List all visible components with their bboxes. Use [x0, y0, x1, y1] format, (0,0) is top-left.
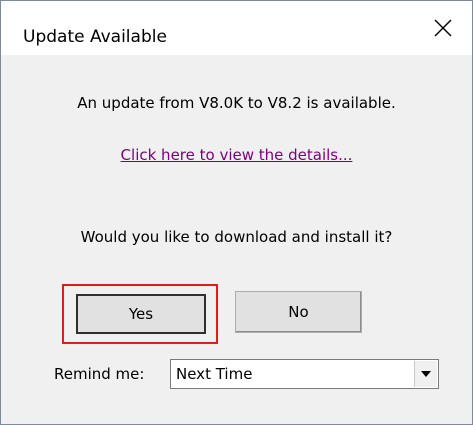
remind-select[interactable]: Next Time	[170, 359, 439, 389]
dropdown-button[interactable]	[414, 361, 437, 387]
no-button[interactable]: No	[235, 291, 362, 333]
close-icon	[434, 19, 452, 37]
chevron-down-icon	[421, 371, 431, 377]
title-bar: Update Available	[1, 1, 472, 55]
window-title: Update Available	[23, 27, 167, 47]
update-message: An update from V8.0K to V8.2 is availabl…	[77, 94, 396, 112]
details-link[interactable]: Click here to view the details...	[1, 148, 472, 163]
yes-button[interactable]: Yes	[76, 294, 206, 334]
remind-select-value: Next Time	[176, 365, 253, 383]
update-dialog: Update Available An update from V8.0K to…	[0, 0, 473, 425]
close-button[interactable]	[414, 1, 472, 55]
remind-label: Remind me:	[54, 365, 145, 383]
install-question: Would you like to download and install i…	[80, 228, 393, 246]
